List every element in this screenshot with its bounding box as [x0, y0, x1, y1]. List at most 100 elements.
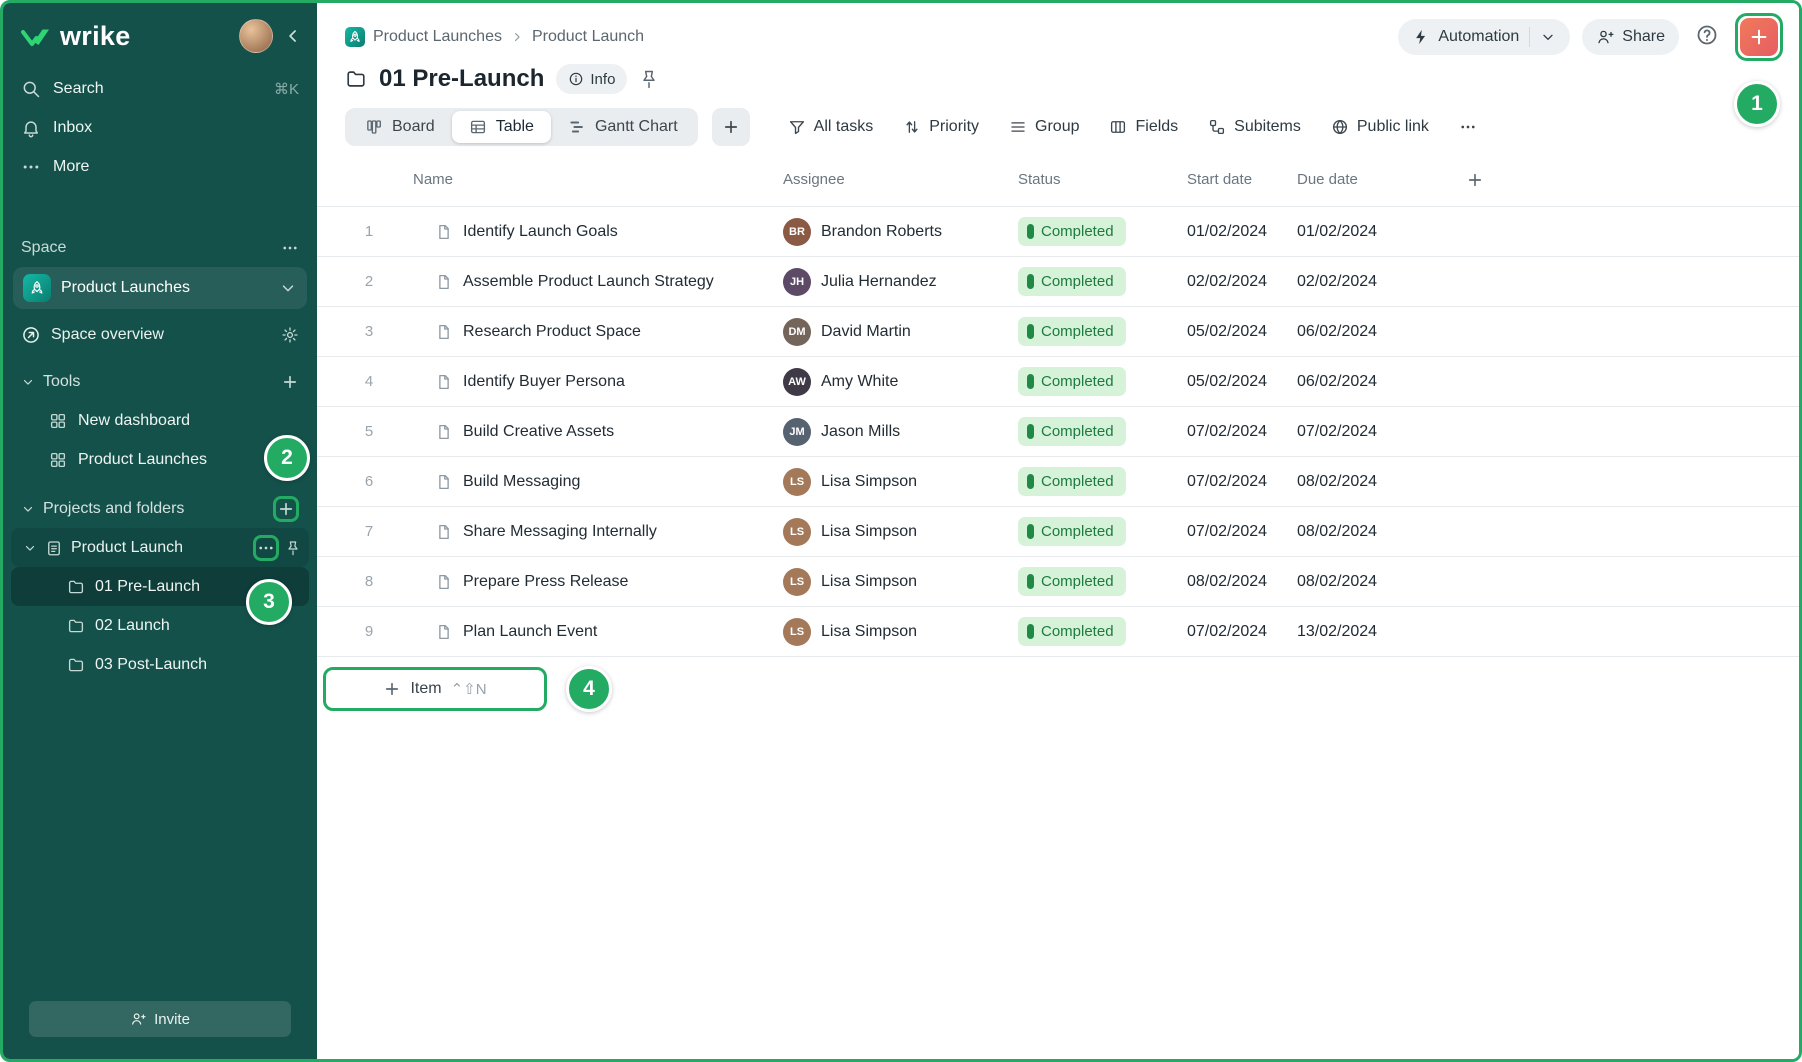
header-due-date[interactable]: Due date — [1297, 171, 1460, 188]
projects-section-header[interactable]: Projects and folders — [3, 489, 317, 528]
sidebar-item-space-overview[interactable]: Space overview — [3, 315, 317, 354]
tab-gantt-chart[interactable]: Gantt Chart — [551, 111, 695, 143]
due-date[interactable]: 01/02/2024 — [1297, 223, 1460, 241]
more-options-button[interactable] — [1459, 118, 1477, 136]
start-date[interactable]: 02/02/2024 — [1187, 273, 1297, 291]
sidebar-item-inbox[interactable]: Inbox — [3, 108, 317, 147]
table-row[interactable]: 5 Build Creative Assets JMJason Mills Co… — [317, 407, 1799, 457]
breadcrumb-current[interactable]: Product Launch — [532, 28, 644, 46]
folder-icon — [67, 617, 85, 635]
start-date[interactable]: 07/02/2024 — [1187, 473, 1297, 491]
collapse-sidebar-icon[interactable] — [283, 26, 303, 46]
project-pin-icon[interactable] — [285, 540, 301, 556]
project-options-icon[interactable] — [257, 539, 275, 557]
filter-all-tasks[interactable]: All tasks — [788, 118, 874, 136]
sort-priority[interactable]: Priority — [903, 118, 979, 136]
tab-table[interactable]: Table — [452, 111, 551, 143]
add-item-shortcut: ⌃⇧N — [451, 680, 487, 698]
table-row[interactable]: 6 Build Messaging LSLisa Simpson Complet… — [317, 457, 1799, 507]
due-date[interactable]: 08/02/2024 — [1297, 473, 1460, 491]
status-badge[interactable]: Completed — [1018, 567, 1126, 596]
start-date[interactable]: 05/02/2024 — [1187, 323, 1297, 341]
sidebar-item-search[interactable]: Search ⌘K — [3, 69, 317, 108]
task-name[interactable]: Assemble Product Launch Strategy — [463, 273, 714, 291]
task-name[interactable]: Identify Buyer Persona — [463, 373, 625, 391]
fields-button[interactable]: Fields — [1109, 118, 1178, 136]
table-row[interactable]: 4 Identify Buyer Persona AWAmy White Com… — [317, 357, 1799, 407]
automation-chevron-icon[interactable] — [1540, 29, 1556, 45]
task-name[interactable]: Build Messaging — [463, 473, 580, 491]
project-chevron-icon[interactable] — [23, 541, 37, 555]
sidebar-item-product-launch-project[interactable]: Product Launch — [11, 528, 309, 567]
space-options-icon[interactable] — [281, 239, 299, 257]
breadcrumb-root[interactable]: Product Launches — [373, 28, 502, 46]
tab-board[interactable]: Board — [348, 111, 452, 143]
due-date[interactable]: 07/02/2024 — [1297, 423, 1460, 441]
start-date[interactable]: 07/02/2024 — [1187, 623, 1297, 641]
pin-view-icon[interactable] — [639, 69, 659, 89]
public-link-button[interactable]: Public link — [1331, 118, 1429, 136]
table-row[interactable]: 3 Research Product Space DMDavid Martin … — [317, 307, 1799, 357]
start-date[interactable]: 05/02/2024 — [1187, 373, 1297, 391]
due-date[interactable]: 06/02/2024 — [1297, 373, 1460, 391]
invite-button[interactable]: Invite — [29, 1001, 291, 1037]
due-date[interactable]: 08/02/2024 — [1297, 573, 1460, 591]
status-badge[interactable]: Completed — [1018, 467, 1126, 496]
subitems-button[interactable]: Subitems — [1208, 118, 1301, 136]
projects-chevron-icon[interactable] — [21, 502, 35, 516]
info-button[interactable]: Info — [556, 64, 627, 94]
table-row[interactable]: 8 Prepare Press Release LSLisa Simpson C… — [317, 557, 1799, 607]
help-button[interactable] — [1695, 23, 1719, 52]
space-selector[interactable]: Product Launches — [13, 267, 307, 309]
task-name[interactable]: Identify Launch Goals — [463, 223, 618, 241]
header-status[interactable]: Status — [1018, 171, 1187, 188]
project-name: Product Launch — [71, 539, 183, 557]
task-name[interactable]: Research Product Space — [463, 323, 641, 341]
start-date[interactable]: 01/02/2024 — [1187, 223, 1297, 241]
status-label: Completed — [1041, 323, 1114, 340]
user-avatar[interactable] — [239, 19, 273, 53]
due-date[interactable]: 13/02/2024 — [1297, 623, 1460, 641]
add-view-button[interactable] — [712, 108, 750, 146]
wrike-logo[interactable]: wrike — [21, 21, 131, 52]
add-column-button[interactable] — [1460, 171, 1799, 189]
sidebar-item-new-dashboard[interactable]: New dashboard — [3, 401, 317, 440]
share-button[interactable]: Share — [1582, 19, 1679, 55]
status-badge[interactable]: Completed — [1018, 517, 1126, 546]
space-settings-gear-icon[interactable] — [281, 326, 299, 344]
add-tool-icon[interactable] — [281, 373, 299, 391]
start-date[interactable]: 08/02/2024 — [1187, 573, 1297, 591]
task-name[interactable]: Share Messaging Internally — [463, 523, 657, 541]
status-badge[interactable]: Completed — [1018, 317, 1126, 346]
table-row[interactable]: 1 Identify Launch Goals BRBrandon Robert… — [317, 207, 1799, 257]
status-badge[interactable]: Completed — [1018, 217, 1126, 246]
table-row[interactable]: 7 Share Messaging Internally LSLisa Simp… — [317, 507, 1799, 557]
header-assignee[interactable]: Assignee — [783, 171, 1018, 188]
status-badge[interactable]: Completed — [1018, 617, 1126, 646]
space-chevron-icon[interactable] — [279, 279, 297, 297]
start-date[interactable]: 07/02/2024 — [1187, 423, 1297, 441]
task-name[interactable]: Prepare Press Release — [463, 573, 628, 591]
due-date[interactable]: 02/02/2024 — [1297, 273, 1460, 291]
tools-section-header[interactable]: Tools — [3, 362, 317, 401]
group-button[interactable]: Group — [1009, 118, 1079, 136]
status-badge[interactable]: Completed — [1018, 267, 1126, 296]
header-name[interactable]: Name — [413, 171, 783, 188]
task-name[interactable]: Plan Launch Event — [463, 623, 597, 641]
task-name[interactable]: Build Creative Assets — [463, 423, 614, 441]
start-date[interactable]: 07/02/2024 — [1187, 523, 1297, 541]
automation-button[interactable]: Automation — [1398, 19, 1570, 55]
table-row[interactable]: 9 Plan Launch Event LSLisa Simpson Compl… — [317, 607, 1799, 657]
add-item-button[interactable]: Item ⌃⇧N — [323, 667, 547, 711]
sidebar-item-03-post-launch[interactable]: 03 Post-Launch — [11, 645, 309, 684]
add-project-icon[interactable] — [277, 500, 295, 518]
table-row[interactable]: 2 Assemble Product Launch Strategy JHJul… — [317, 257, 1799, 307]
status-badge[interactable]: Completed — [1018, 417, 1126, 446]
tools-chevron-icon[interactable] — [21, 375, 35, 389]
due-date[interactable]: 08/02/2024 — [1297, 523, 1460, 541]
status-badge[interactable]: Completed — [1018, 367, 1126, 396]
header-start-date[interactable]: Start date — [1187, 171, 1297, 188]
create-new-button[interactable] — [1740, 18, 1778, 56]
sidebar-item-more[interactable]: More — [3, 147, 317, 186]
due-date[interactable]: 06/02/2024 — [1297, 323, 1460, 341]
